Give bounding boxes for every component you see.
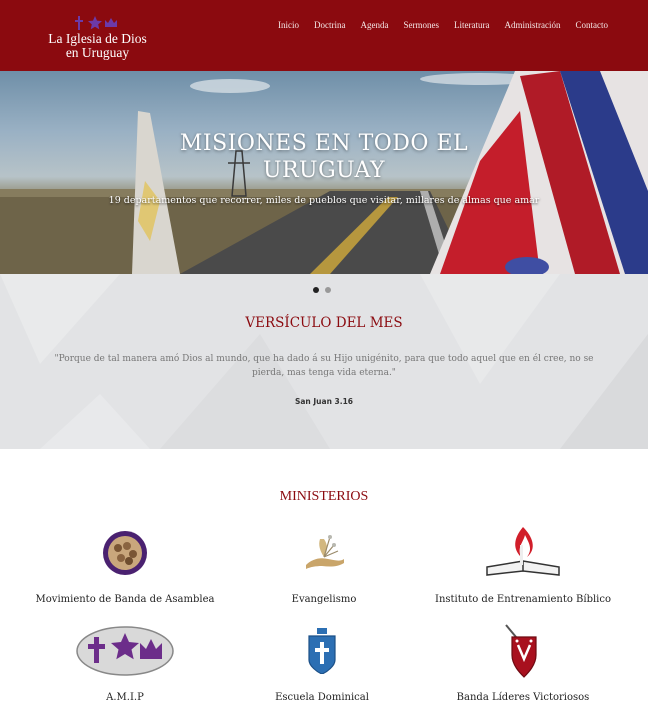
nav-item-sermones[interactable]: Sermones [404, 20, 440, 30]
carousel-dot-1[interactable] [313, 287, 319, 293]
nav-item-inicio[interactable]: Inicio [278, 20, 299, 30]
verse-reference: San Juan 3.16 [294, 397, 354, 406]
verse-text: "Porque de tal manera amó Dios al mundo,… [54, 354, 594, 378]
hero-title-line-2: URUGUAY [262, 158, 386, 183]
main-nav: Inicio Doctrina Agenda Sermones Literatu… [278, 20, 608, 30]
cross-star-crown-icon [76, 626, 174, 676]
ministry-item[interactable]: Banda Líderes Victoriosos [423, 624, 623, 703]
ministry-label: A.M.I.P [106, 692, 144, 703]
star-icon [88, 16, 102, 30]
ministry-item[interactable]: Evangelismo [224, 527, 424, 605]
crown-icon [105, 18, 117, 27]
carousel-dot-2[interactable] [325, 287, 331, 293]
ministries-title: MINISTERIOS [279, 489, 369, 504]
hero-title-line-1: MISIONES EN TODO EL [179, 131, 469, 156]
group-circle-icon [103, 531, 147, 575]
hero-subtitle: 19 departamentos que recorrer, miles de … [108, 195, 540, 206]
logo-text: La Iglesia de Dios en Uruguay [40, 32, 155, 60]
verse-title: VERSÍCULO DEL MES [245, 315, 403, 331]
hero-title: MISIONES EN TODO EL URUGUAY [0, 130, 648, 184]
logo-line-2: en Uruguay [65, 45, 130, 60]
ministry-label: Movimiento de Banda de Asamblea [35, 594, 215, 605]
ministry-item[interactable]: Movimiento de Banda de Asamblea [25, 527, 225, 605]
nav-item-administracion[interactable]: Administración [505, 20, 561, 30]
ministry-label: Banda Líderes Victoriosos [456, 692, 590, 703]
nav-item-contacto[interactable]: Contacto [576, 20, 609, 30]
logo-line-1: La Iglesia de Dios [48, 31, 147, 46]
ministry-label: Instituto de Entrenamiento Bíblico [435, 594, 611, 605]
seed-hand-icon [306, 535, 344, 569]
carousel-indicators [313, 287, 331, 293]
flame-bible-icon [486, 527, 560, 576]
site-logo[interactable]: La Iglesia de Dios en Uruguay [40, 14, 155, 64]
nav-item-literatura[interactable]: Literatura [454, 20, 489, 30]
nav-item-agenda[interactable]: Agenda [361, 20, 389, 30]
verse-section: VERSÍCULO DEL MES "Porque de tal manera … [0, 274, 648, 449]
logo-icons [72, 16, 118, 30]
ministry-label: Escuela Dominical [275, 692, 369, 703]
ministry-item[interactable]: A.M.I.P [25, 625, 225, 703]
cross-icon [75, 16, 83, 30]
hero-carousel[interactable]: MISIONES EN TODO EL URUGUAY 19 departame… [0, 71, 648, 274]
ministry-label: Evangelismo [291, 594, 357, 605]
nav-item-doctrina[interactable]: Doctrina [314, 20, 346, 30]
navbar: La Iglesia de Dios en Uruguay Inicio Doc… [0, 0, 648, 71]
ministry-item[interactable]: Escuela Dominical [222, 625, 422, 703]
shield-cross-icon [308, 628, 336, 674]
ministry-item[interactable]: Instituto de Entrenamiento Bíblico [423, 527, 623, 605]
shield-sword-icon [505, 624, 537, 678]
